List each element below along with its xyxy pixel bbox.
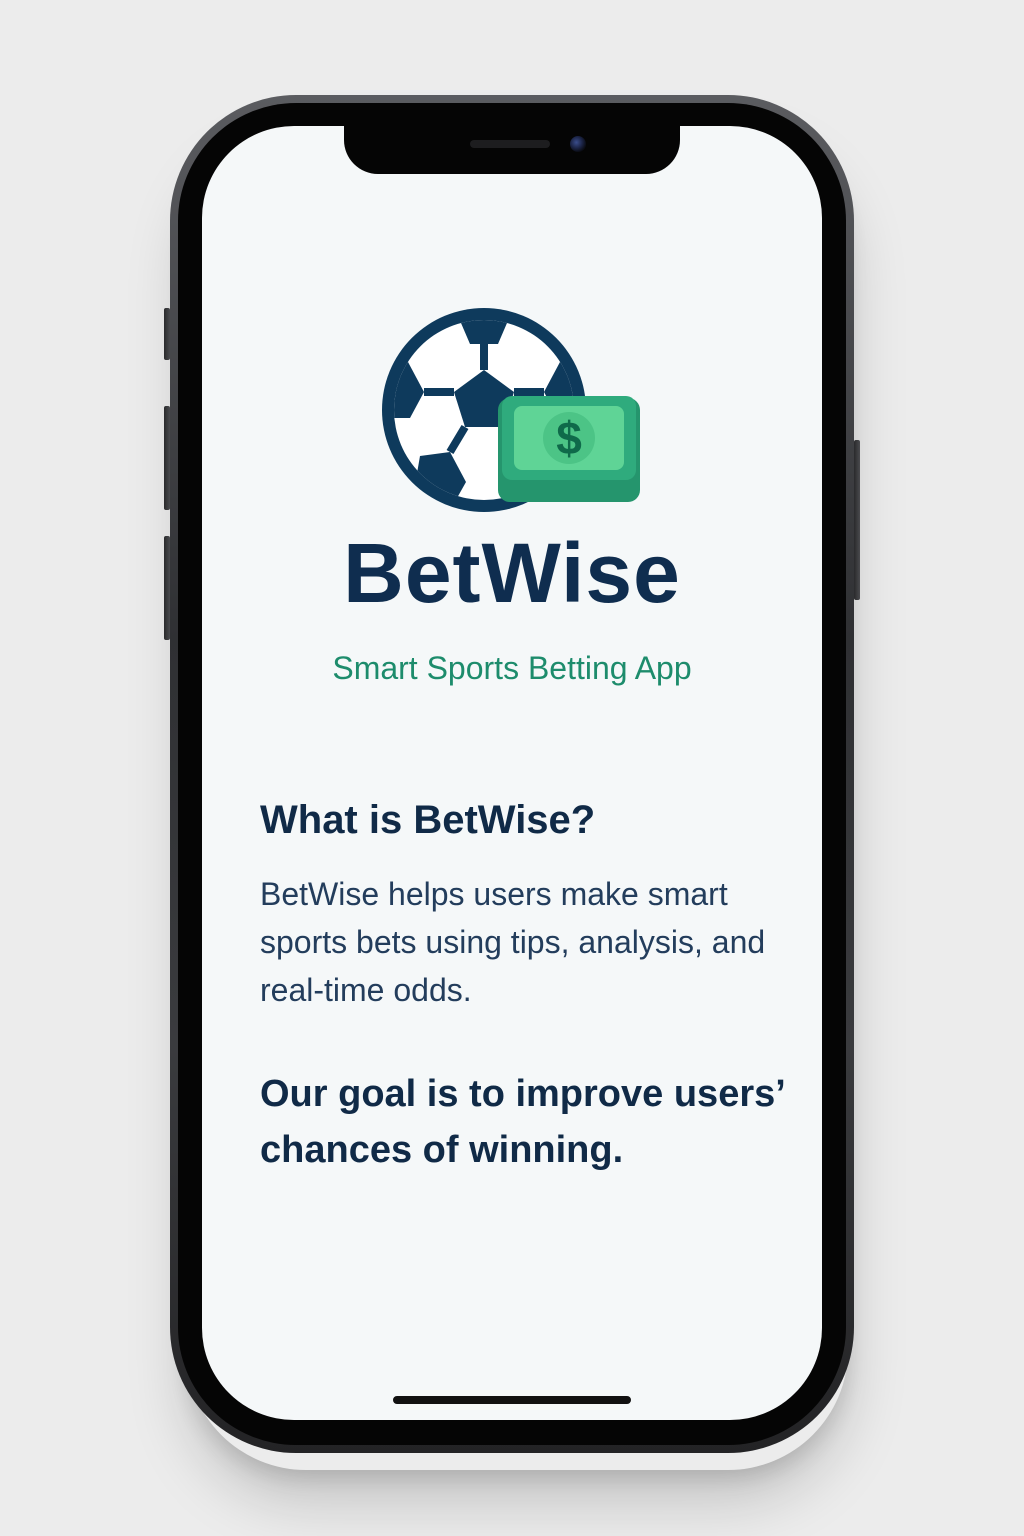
dollar-symbol: $ [556, 412, 582, 464]
phone-screen: $ BetWise Smart Sports Betting App What … [202, 126, 822, 1420]
speaker-grille [470, 140, 550, 148]
about-heading: What is BetWise? [260, 798, 596, 842]
about-description: BetWise helps users make smart sports be… [260, 876, 766, 1008]
dollar-bill-icon: $ [498, 396, 640, 502]
volume-up-button [164, 406, 170, 510]
home-indicator[interactable] [393, 1396, 631, 1404]
front-camera-icon [570, 136, 586, 152]
app-title: BetWise [343, 526, 681, 620]
mockup-stage: $ BetWise Smart Sports Betting App What … [0, 0, 1024, 1536]
app-tagline: Smart Sports Betting App [332, 650, 692, 686]
notch [344, 126, 680, 174]
app-logo: $ [382, 308, 640, 512]
volume-down-button [164, 536, 170, 640]
power-button [854, 440, 860, 600]
goal-statement: Our goal is to improve users’ chances of… [260, 1073, 784, 1171]
mute-switch [164, 308, 170, 360]
